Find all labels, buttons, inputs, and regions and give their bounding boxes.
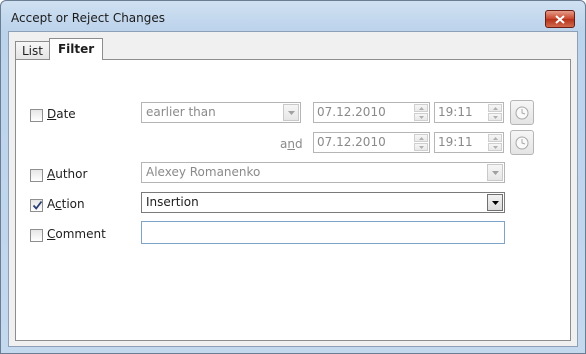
author-label: Author: [47, 167, 88, 181]
start-date-value: 07.12.2010: [317, 105, 386, 119]
comment-label: Comment: [47, 227, 106, 241]
chevron-down-icon[interactable]: [283, 104, 299, 121]
dialog-client-area: List Filter Date earlier than 07.12.2010: [8, 31, 578, 347]
start-date-up-button[interactable]: [414, 104, 428, 112]
and-label: and: [280, 137, 303, 151]
close-button[interactable]: [545, 10, 575, 28]
window-title: Accept or Reject Changes: [11, 11, 166, 25]
checkmark-icon: [32, 200, 43, 210]
dialog-window: Accept or Reject Changes List Filter Dat…: [0, 0, 586, 354]
start-time-down-button[interactable]: [488, 113, 502, 121]
tab-strip: List Filter: [15, 38, 104, 60]
start-date-field[interactable]: 07.12.2010: [313, 102, 430, 123]
author-checkbox[interactable]: [30, 169, 43, 182]
action-checkbox[interactable]: [30, 199, 43, 212]
tab-filter[interactable]: Filter: [48, 38, 104, 60]
end-time-now-button[interactable]: [510, 130, 534, 155]
date-checkbox[interactable]: [30, 109, 43, 122]
action-value: Insertion: [146, 195, 199, 209]
comment-checkbox[interactable]: [30, 229, 43, 242]
end-time-down-button[interactable]: [488, 143, 502, 151]
author-value: Alexey Romanenko: [146, 165, 261, 179]
start-date-down-button[interactable]: [414, 113, 428, 121]
date-condition-value: earlier than: [146, 105, 216, 119]
close-icon: [555, 14, 565, 24]
end-time-field[interactable]: 19:11: [434, 132, 504, 153]
end-date-value: 07.12.2010: [317, 135, 386, 149]
end-date-down-button[interactable]: [414, 143, 428, 151]
title-bar[interactable]: Accept or Reject Changes: [1, 1, 585, 31]
start-time-up-button[interactable]: [488, 104, 502, 112]
date-label: Date: [47, 107, 76, 121]
comment-input[interactable]: [141, 221, 505, 244]
start-time-field[interactable]: 19:11: [434, 102, 504, 123]
end-date-field[interactable]: 07.12.2010: [313, 132, 430, 153]
action-label: Action: [47, 197, 85, 211]
tab-list[interactable]: List: [15, 41, 50, 60]
end-time-value: 19:11: [438, 135, 473, 149]
chevron-down-icon[interactable]: [487, 164, 503, 181]
start-time-value: 19:11: [438, 105, 473, 119]
action-select[interactable]: Insertion: [141, 192, 505, 213]
clock-icon: [515, 106, 529, 119]
end-date-up-button[interactable]: [414, 134, 428, 142]
end-time-up-button[interactable]: [488, 134, 502, 142]
filter-panel: Date earlier than 07.12.2010 19:11 and 0…: [15, 59, 571, 341]
start-time-now-button[interactable]: [510, 100, 534, 125]
chevron-down-icon[interactable]: [487, 194, 503, 211]
date-condition-select[interactable]: earlier than: [141, 102, 301, 123]
clock-icon: [515, 136, 529, 149]
author-select[interactable]: Alexey Romanenko: [141, 162, 505, 183]
